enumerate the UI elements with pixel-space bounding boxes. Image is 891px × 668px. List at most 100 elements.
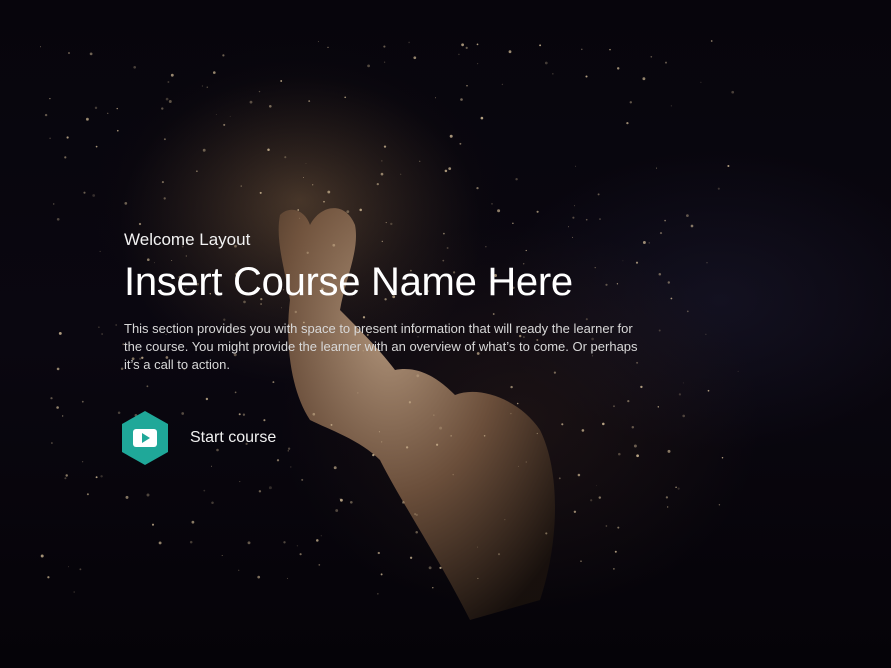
- dust-particle: [377, 593, 379, 595]
- dust-particle: [573, 510, 577, 513]
- dust-particle: [240, 185, 242, 187]
- dust-particle: [428, 566, 432, 570]
- dust-particle: [58, 331, 62, 335]
- dust-particle: [405, 446, 409, 449]
- dust-particle: [165, 97, 169, 101]
- dust-particle: [670, 297, 673, 300]
- dust-particle: [432, 586, 434, 589]
- dust-particle: [664, 219, 666, 222]
- dust-particle: [516, 402, 519, 405]
- dust-particle: [68, 566, 69, 568]
- dust-particle: [268, 486, 272, 490]
- dust-particle: [675, 486, 677, 489]
- dust-particle: [581, 48, 583, 51]
- dust-particle: [146, 493, 150, 497]
- dust-particle: [280, 80, 283, 82]
- dust-particle: [344, 96, 347, 99]
- dust-particle: [633, 444, 637, 448]
- play-icon[interactable]: [120, 410, 170, 466]
- dust-particle: [706, 262, 708, 264]
- dust-particle: [613, 405, 615, 408]
- dust-particle: [504, 519, 506, 521]
- dust-particle: [316, 539, 319, 542]
- dust-particle: [439, 426, 443, 430]
- dust-particle: [381, 160, 383, 162]
- dust-particle: [376, 182, 379, 186]
- dust-particle: [598, 496, 602, 499]
- dust-particle: [717, 187, 720, 190]
- dust-particle: [434, 97, 436, 99]
- dust-particle: [476, 186, 479, 190]
- dust-particle: [238, 569, 240, 571]
- dust-particle: [640, 385, 643, 389]
- dust-particle: [616, 67, 620, 70]
- dust-particle: [682, 382, 684, 384]
- dust-particle: [234, 391, 237, 394]
- dust-particle: [372, 453, 375, 457]
- dust-particle: [205, 397, 209, 401]
- dust-particle: [667, 281, 671, 284]
- start-course-button[interactable]: Start course: [120, 410, 276, 466]
- dust-particle: [101, 333, 103, 335]
- dust-particle: [115, 324, 118, 326]
- dust-particle: [124, 202, 128, 205]
- dust-particle: [161, 181, 164, 184]
- dust-particle: [47, 576, 50, 579]
- dust-particle: [416, 374, 420, 378]
- dust-particle: [539, 44, 542, 47]
- dust-particle: [665, 61, 667, 64]
- dust-particle: [206, 86, 208, 88]
- dust-particle: [617, 526, 620, 529]
- dust-particle: [312, 184, 314, 186]
- dust-particle: [299, 553, 302, 556]
- dust-particle: [161, 107, 164, 110]
- dust-particle: [480, 116, 484, 120]
- dust-particle: [613, 568, 615, 570]
- dust-particle: [439, 566, 442, 570]
- dust-particle: [158, 541, 162, 545]
- dust-particle: [297, 209, 300, 211]
- dust-particle: [267, 148, 270, 151]
- dust-particle: [415, 531, 418, 534]
- dust-particle: [62, 415, 64, 417]
- dust-particle: [247, 541, 251, 545]
- dust-particle: [618, 452, 621, 456]
- dust-particle: [444, 169, 448, 173]
- dust-particle: [572, 216, 575, 219]
- dust-particle: [312, 412, 316, 416]
- dust-particle: [99, 250, 101, 252]
- dust-particle: [138, 222, 142, 226]
- dust-particle: [597, 193, 600, 196]
- dust-particle: [665, 496, 669, 499]
- dust-particle: [50, 397, 53, 400]
- dust-particle: [56, 406, 59, 409]
- dust-particle: [305, 162, 307, 164]
- dust-particle: [81, 461, 84, 463]
- dust-particle: [191, 520, 195, 524]
- dust-particle: [68, 52, 70, 54]
- dust-particle: [536, 210, 539, 213]
- dust-particle: [346, 210, 350, 214]
- dust-particle: [678, 393, 682, 396]
- dust-particle: [390, 222, 393, 226]
- dust-particle: [107, 112, 109, 114]
- dust-particle: [686, 214, 689, 217]
- dust-particle: [52, 203, 55, 205]
- start-course-label[interactable]: Start course: [190, 429, 276, 447]
- dust-particle: [259, 191, 262, 194]
- dust-particle: [476, 43, 479, 46]
- dust-particle: [333, 466, 337, 470]
- dust-particle: [151, 523, 155, 526]
- dust-particle: [83, 191, 86, 194]
- dust-particle: [581, 429, 585, 432]
- dust-particle: [222, 54, 225, 57]
- dust-particle: [682, 414, 686, 418]
- dust-particle: [167, 81, 170, 83]
- dust-particle: [215, 113, 217, 115]
- dust-particle: [433, 414, 435, 416]
- dust-particle: [544, 61, 548, 65]
- dust-particle: [189, 540, 193, 544]
- dust-particle: [515, 177, 518, 181]
- dust-particle: [359, 208, 362, 212]
- dust-particle: [327, 190, 331, 194]
